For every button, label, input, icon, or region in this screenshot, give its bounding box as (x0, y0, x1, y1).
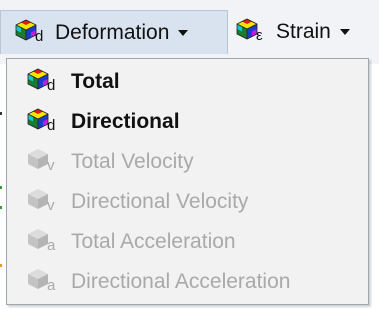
icon-subscript: a (47, 277, 56, 294)
strain-icon: ε (236, 18, 270, 46)
velocity-icon: v (27, 148, 61, 176)
menu-item-label: Total Velocity (71, 150, 194, 173)
deformation-dropdown-menu: d Total d Directional v Total Velocity v… (6, 58, 369, 305)
icon-subscript: a (47, 237, 56, 254)
icon-subscript: d (35, 27, 44, 45)
chevron-down-icon (178, 29, 189, 36)
deformation-icon: d (27, 108, 61, 136)
canvas-fragment (0, 264, 2, 267)
menu-item-total-velocity[interactable]: v Total Velocity (11, 143, 363, 181)
menu-item-label: Directional Velocity (71, 190, 249, 213)
deformation-icon: d (27, 68, 61, 96)
icon-subscript: v (47, 197, 55, 214)
menu-item-directional[interactable]: d Directional (11, 103, 363, 141)
menu-item-label: Directional Acceleration (71, 270, 291, 293)
icon-subscript: v (47, 157, 55, 174)
deformation-label: Deformation (55, 20, 170, 44)
strain-label: Strain (276, 20, 331, 43)
velocity-icon: v (27, 188, 61, 216)
menu-item-directional-acceleration[interactable]: a Directional Acceleration (11, 263, 363, 301)
menu-item-total[interactable]: d Total (11, 63, 363, 101)
menu-item-label: Total (71, 70, 120, 93)
results-toolbar: d Deformation ε Strain (0, 0, 379, 64)
strain-dropdown-button[interactable]: ε Strain (232, 10, 379, 54)
canvas-fragment (0, 186, 2, 189)
menu-item-directional-velocity[interactable]: v Directional Velocity (11, 183, 363, 221)
acceleration-icon: a (27, 268, 61, 296)
menu-item-label: Directional (71, 110, 180, 133)
menu-item-total-acceleration[interactable]: a Total Acceleration (11, 223, 363, 261)
canvas-fragment (0, 206, 2, 209)
icon-subscript: ε (256, 27, 263, 44)
icon-subscript: d (47, 117, 56, 134)
deformation-dropdown-button[interactable]: d Deformation (0, 10, 228, 54)
icon-subscript: d (47, 77, 56, 94)
chevron-down-icon (339, 29, 350, 35)
menu-item-label: Total Acceleration (71, 230, 236, 253)
canvas-fragment (0, 112, 2, 115)
deformation-icon: d (15, 19, 49, 47)
screen: d Deformation ε Strain d Total d Directi… (0, 0, 379, 309)
acceleration-icon: a (27, 228, 61, 256)
